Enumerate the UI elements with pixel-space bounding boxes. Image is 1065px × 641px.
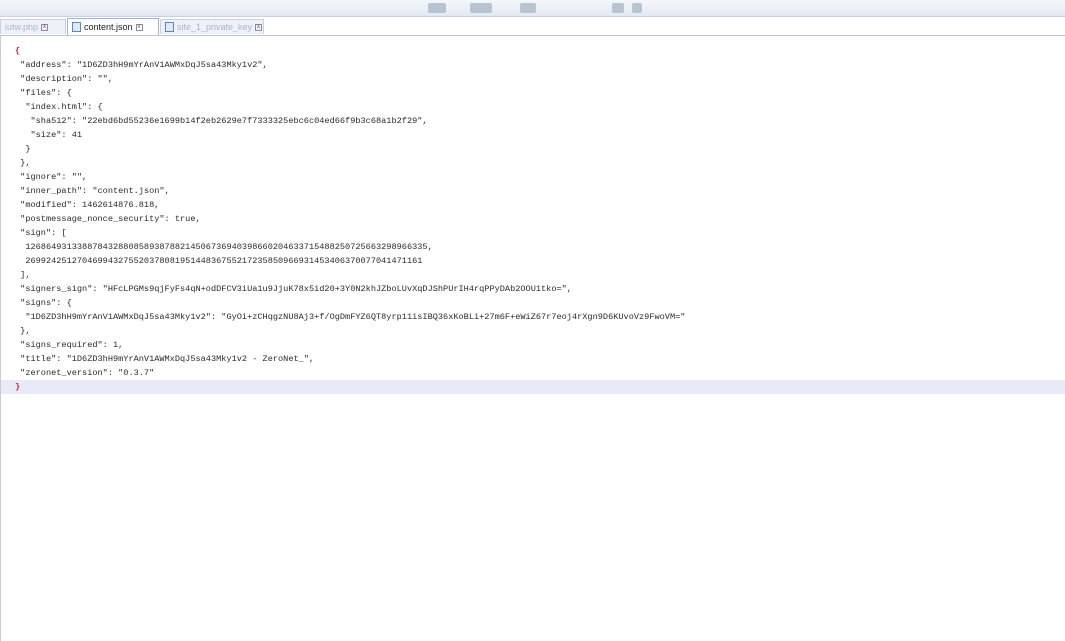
toolbar-button[interactable] <box>632 3 642 13</box>
tab-label: site_1_private_key <box>177 22 253 32</box>
tab-label: content.json <box>84 22 133 32</box>
code-line[interactable]: "inner_path": "content.json", <box>15 184 1065 198</box>
toolbar-button[interactable] <box>470 3 492 13</box>
code-line[interactable]: "signers_sign": "HFcLPGMs9qjFyFs4qN+odDF… <box>15 282 1065 296</box>
code-line[interactable]: 2699242512704699432755203780819514483675… <box>15 254 1065 268</box>
code-line[interactable]: "size": 41 <box>15 128 1065 142</box>
tab-bar: iutw.php x content.json x site_1_private… <box>0 17 1065 36</box>
code-editor[interactable]: { "address": "1D6ZD3hH9mYrAnV1AWMxDqJ5sa… <box>0 36 1065 641</box>
code-line[interactable]: "1D6ZD3hH9mYrAnV1AWMxDqJ5sa43Mky1v2": "G… <box>15 310 1065 324</box>
code-line[interactable]: "zeronet_version": "0.3.7" <box>15 366 1065 380</box>
code-line[interactable]: 1268649313388784328808589387882145067369… <box>15 240 1065 254</box>
toolbar-button[interactable] <box>612 3 624 13</box>
code-line[interactable]: "ignore": "", <box>15 170 1065 184</box>
close-icon[interactable]: x <box>255 23 263 31</box>
close-icon[interactable]: x <box>41 23 49 31</box>
code-line[interactable]: "title": "1D6ZD3hH9mYrAnV1AWMxDqJ5sa43Mk… <box>15 352 1065 366</box>
code-line[interactable]: "description": "", <box>15 72 1065 86</box>
toolbar <box>0 0 1065 17</box>
tab-label: iutw.php <box>5 22 39 32</box>
code-line[interactable]: "files": { <box>15 86 1065 100</box>
code-content[interactable]: { "address": "1D6ZD3hH9mYrAnV1AWMxDqJ5sa… <box>1 44 1065 394</box>
toolbar-button[interactable] <box>428 3 446 13</box>
code-line[interactable]: "sha512": "22ebd6bd55236e1699b14f2eb2629… <box>15 114 1065 128</box>
code-line[interactable]: "postmessage_nonce_security": true, <box>15 212 1065 226</box>
code-line[interactable]: "signs": { <box>15 296 1065 310</box>
tab-iutw-php[interactable]: iutw.php x <box>0 19 66 34</box>
code-line[interactable]: }, <box>15 324 1065 338</box>
code-line[interactable]: { <box>15 44 1065 58</box>
file-icon <box>165 22 174 32</box>
file-icon <box>72 22 81 32</box>
code-line[interactable]: "index.html": { <box>15 100 1065 114</box>
tab-content-json[interactable]: content.json x <box>67 18 159 35</box>
code-line[interactable]: }, <box>15 156 1065 170</box>
tab-site-private-key[interactable]: site_1_private_key x <box>160 19 264 34</box>
code-line[interactable]: "modified": 1462614876.818, <box>15 198 1065 212</box>
toolbar-button[interactable] <box>520 3 536 13</box>
code-line[interactable]: "signs_required": 1, <box>15 338 1065 352</box>
code-line[interactable]: } <box>1 380 1065 394</box>
code-line[interactable]: } <box>15 142 1065 156</box>
close-icon[interactable]: x <box>135 23 143 31</box>
code-line[interactable]: "sign": [ <box>15 226 1065 240</box>
code-line[interactable]: "address": "1D6ZD3hH9mYrAnV1AWMxDqJ5sa43… <box>15 58 1065 72</box>
code-line[interactable]: ], <box>15 268 1065 282</box>
